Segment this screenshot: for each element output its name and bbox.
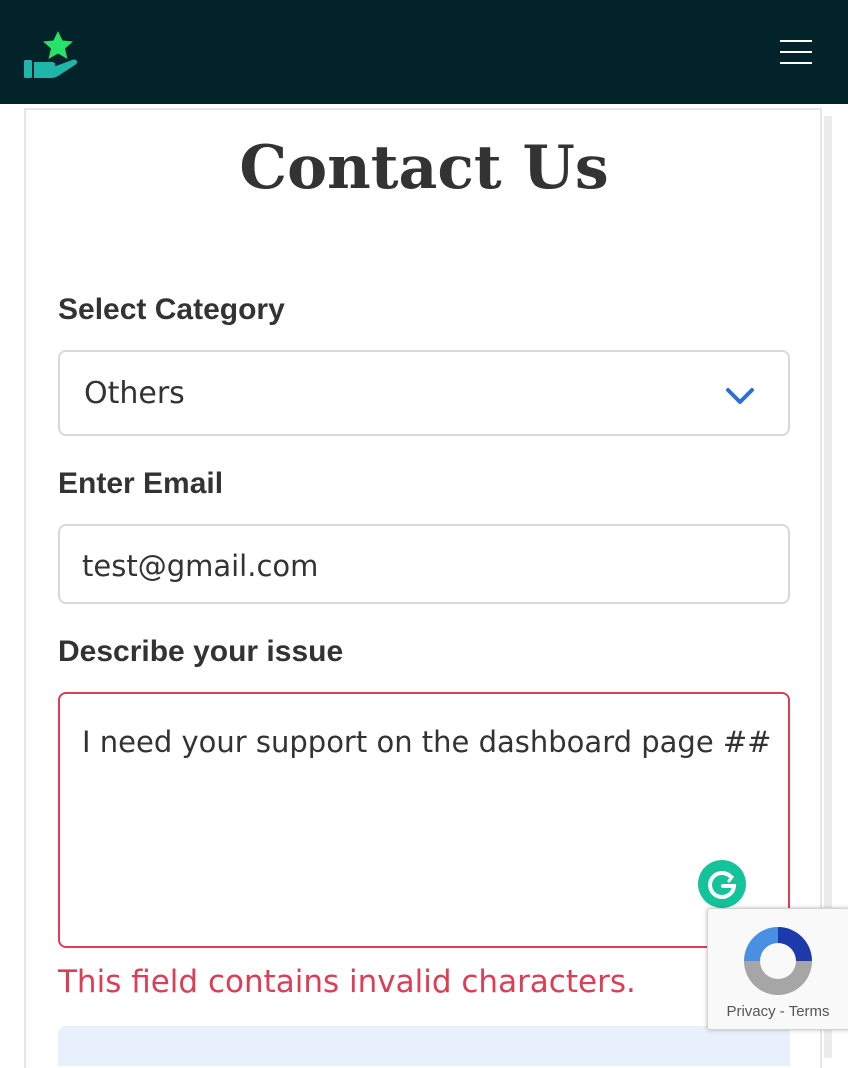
chevron-down-icon bbox=[726, 388, 754, 404]
category-select[interactable]: Others bbox=[58, 350, 790, 436]
email-value: test@gmail.com bbox=[82, 549, 319, 583]
issue-label: Describe your issue bbox=[58, 635, 344, 668]
hamburger-menu-icon[interactable] bbox=[776, 36, 816, 68]
category-label: Select Category bbox=[58, 293, 285, 326]
grammarly-icon[interactable] bbox=[698, 860, 746, 908]
email-label: Enter Email bbox=[58, 467, 224, 500]
category-selected-value: Others bbox=[84, 376, 185, 411]
recaptcha-links: Privacy - Terms bbox=[708, 1003, 848, 1020]
issue-error-message: This field contains invalid characters. bbox=[58, 964, 636, 1000]
page-title: Contact Us bbox=[239, 133, 609, 203]
star-hand-logo-icon[interactable] bbox=[22, 30, 80, 84]
info-box bbox=[58, 1026, 790, 1066]
recaptcha-privacy-link[interactable]: Privacy bbox=[726, 1003, 775, 1020]
recaptcha-icon bbox=[744, 927, 812, 995]
recaptcha-badge[interactable]: Privacy - Terms bbox=[707, 908, 848, 1030]
issue-textarea[interactable]: I need your support on the dashboard pag… bbox=[58, 692, 790, 948]
issue-value: I need your support on the dashboard pag… bbox=[82, 725, 772, 759]
top-navbar bbox=[0, 0, 848, 104]
recaptcha-separator: - bbox=[775, 1003, 789, 1020]
email-field[interactable]: test@gmail.com bbox=[58, 524, 790, 604]
recaptcha-terms-link[interactable]: Terms bbox=[789, 1003, 830, 1020]
